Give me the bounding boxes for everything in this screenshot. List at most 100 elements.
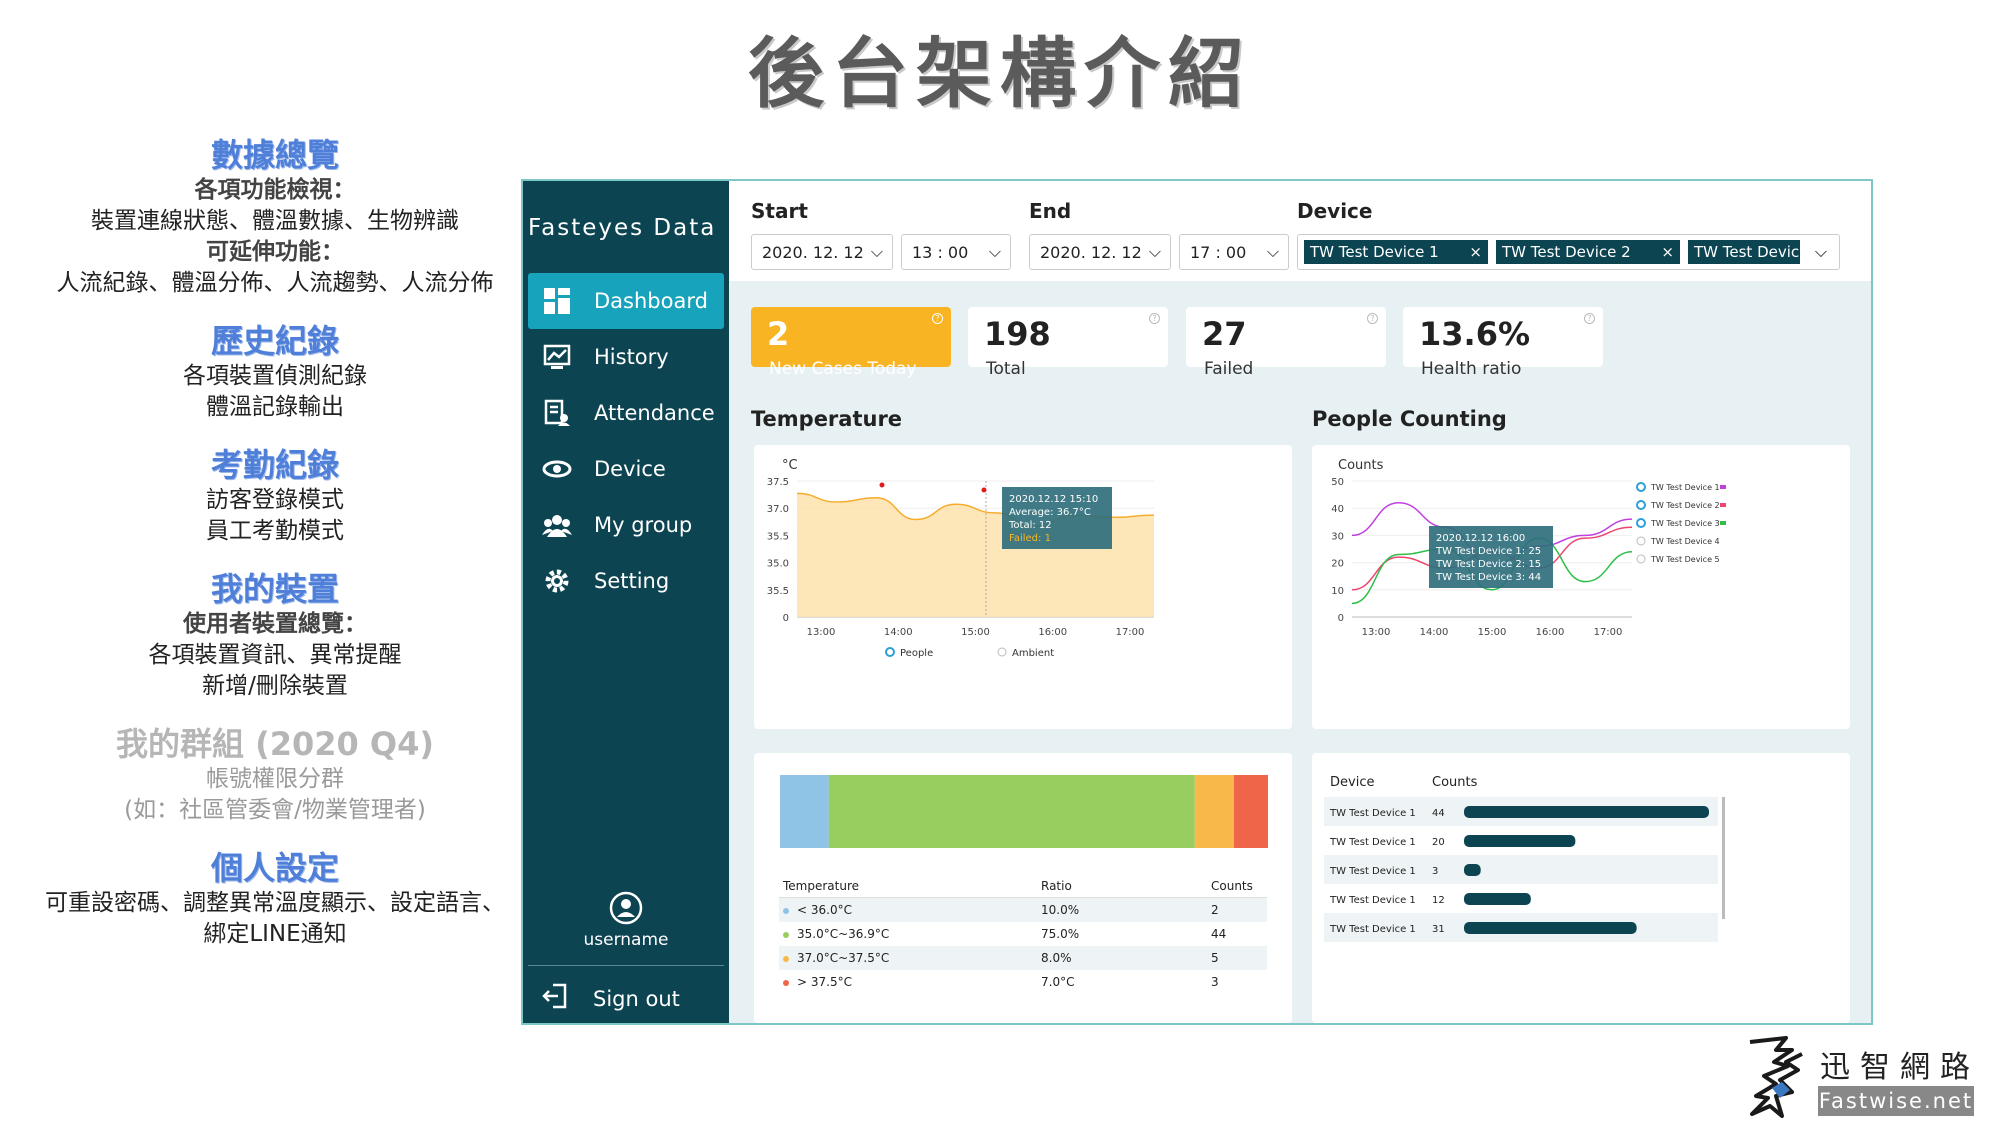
stat-value: 2 (767, 315, 790, 353)
tooltip-line: 2020.12.12 16:00 (1436, 533, 1525, 544)
people-counting-card: Counts 50 40 30 20 10 0 13:00 14:00 15:00 16:00 17:… (1312, 445, 1850, 729)
anomaly-point[interactable] (879, 482, 885, 488)
feature-heading: 數據總覽 (210, 136, 339, 174)
device-counts-chart: Device Counts TW Test Device 1 44 TW Test De… (1324, 775, 1725, 942)
start-date-value: 2020. 12. 12 (762, 242, 864, 262)
table-cell: > 37.5°C (779, 970, 1037, 994)
start-label: Start (751, 199, 808, 223)
end-time-select[interactable]: 17 : 00 ⌵ (1179, 234, 1289, 270)
stat-label: Failed (1204, 359, 1254, 379)
feature-heading: 我的群組 (2020 Q4) (115, 725, 435, 763)
device-tag-label: TW Test Device 2 (1502, 243, 1631, 261)
sidebar-item-dashboard[interactable]: Dashboard (528, 273, 724, 329)
device-name: TW Test Device 1 (1329, 924, 1416, 935)
close-icon[interactable]: × (1469, 240, 1482, 264)
range-text: > 37.5°C (797, 975, 852, 989)
range-text: 35.0°C~36.9°C (797, 927, 890, 941)
legend-swatch (1720, 521, 1726, 525)
device-counts-card: Device Counts TW Test Device 1 44 TW Test De… (1312, 753, 1850, 1023)
help-icon[interactable]: ? (1367, 313, 1378, 324)
start-date-select[interactable]: 2020. 12. 12 ⌵ (751, 234, 893, 270)
end-date-select[interactable]: 2020. 12. 12 ⌵ (1029, 234, 1171, 270)
sidebar-nav: Dashboard History Attendance Device My group… (528, 273, 724, 609)
device-tag[interactable]: TW Test Device 2 × (1496, 240, 1680, 264)
table-cell: 37.0°C~37.5°C (779, 946, 1037, 970)
range-text: 37.0°C~37.5°C (797, 951, 890, 965)
stat-label: Health ratio (1421, 359, 1522, 379)
start-time-select[interactable]: 13 : 00 ⌵ (901, 234, 1011, 270)
distribution-segment[interactable] (1194, 775, 1234, 848)
signout-label: Sign out (593, 986, 680, 1011)
device-count: 12 (1432, 895, 1445, 906)
anomaly-point[interactable] (981, 487, 987, 493)
range-text: < 36.0°C (797, 903, 852, 917)
user-profile[interactable]: username (523, 891, 729, 950)
gear-icon (542, 566, 572, 596)
tooltip-line: TW Test Device 3: 44 (1435, 572, 1541, 583)
history-icon (542, 342, 572, 372)
x-tick-label: 17:00 (1594, 627, 1623, 638)
x-tick-label: 15:00 (1478, 627, 1507, 638)
chevron-down-icon: ⌵ (870, 242, 883, 261)
chevron-down-icon: ⌵ (988, 242, 1001, 261)
sidebar-item-my-group[interactable]: My group (528, 497, 724, 553)
help-icon[interactable]: ? (932, 313, 943, 324)
device-count: 31 (1432, 924, 1445, 935)
end-time-value: 17 : 00 (1190, 242, 1247, 262)
dashboard-app: Fasteyes Data Dashboard History Attendance… (521, 179, 1873, 1025)
device-name: TW Test Device 1 (1329, 895, 1416, 906)
feature-heading: 考勤紀錄 (210, 446, 339, 484)
people-counting-chart: Counts 50 40 30 20 10 0 13:00 14:00 15:00 16:00 17:… (1331, 458, 1726, 638)
close-icon[interactable]: × (1661, 240, 1674, 264)
table-row[interactable]: 37.0°C~37.5°C 8.0% 5 (779, 946, 1267, 970)
temperature-distribution-bar (780, 775, 1268, 848)
table-row[interactable]: 35.0°C~36.9°C 75.0% 44 (779, 922, 1267, 946)
sidebar-item-label: Setting (594, 569, 670, 593)
y-tick-label: 20 (1331, 559, 1344, 570)
table-cell: 10.0% (1041, 903, 1080, 917)
temperature-unit-label: °C (782, 458, 798, 473)
device-tag[interactable]: TW Test Device 3 (1688, 240, 1800, 264)
sidebar-item-history[interactable]: History (528, 329, 724, 385)
signout-button[interactable]: Sign out (541, 981, 680, 1016)
device-count: 20 (1432, 837, 1445, 848)
tooltip-line: 2020.12.12 15:10 (1009, 494, 1098, 505)
sidebar-item-label: Attendance (594, 401, 715, 425)
distribution-segment[interactable] (1233, 775, 1268, 848)
chevron-down-icon[interactable]: ⌵ (1815, 242, 1827, 262)
feature-text: 新增/刪除裝置 (202, 673, 348, 699)
legend-marker[interactable] (1636, 554, 1646, 564)
help-icon[interactable]: ? (1149, 313, 1160, 324)
slide-title: 後台架構介紹 (748, 29, 1252, 118)
table-cell: < 36.0°C (779, 898, 1037, 923)
legend-marker[interactable] (1636, 518, 1646, 528)
legend-marker-ambient[interactable] (997, 647, 1007, 657)
sidebar-item-label: Device (594, 457, 666, 481)
y-axis-label: Counts (1338, 458, 1384, 473)
sidebar-item-attendance[interactable]: Attendance (528, 385, 724, 441)
distribution-segment[interactable] (780, 775, 829, 848)
ninja-logo-icon (1749, 1036, 1803, 1118)
distribution-segment[interactable] (828, 775, 1195, 848)
sidebar-item-label: History (594, 345, 669, 369)
device-tag[interactable]: TW Test Device 1 × (1304, 240, 1488, 264)
tooltip-line: Total: 12 (1008, 520, 1052, 531)
y-tick-label: 0 (1338, 613, 1344, 624)
device-multiselect[interactable]: TW Test Device 1 × TW Test Device 2 × TW T… (1297, 234, 1840, 270)
table-row[interactable]: > 37.5°C 7.0°C 3 (779, 970, 1267, 994)
legend-marker[interactable] (1636, 500, 1646, 510)
feature-text: 體溫記錄輸出 (206, 394, 344, 420)
x-tick-label: 13:00 (807, 627, 836, 638)
scrollbar[interactable] (1722, 797, 1725, 919)
sidebar-item-setting[interactable]: Setting (528, 553, 724, 609)
stat-card: 27 Failed? (1186, 307, 1386, 379)
legend-marker-people[interactable] (885, 647, 895, 657)
attendance-icon (542, 398, 572, 428)
legend-marker[interactable] (1636, 536, 1646, 546)
sidebar-item-device[interactable]: Device (528, 441, 724, 497)
help-icon[interactable]: ? (1584, 313, 1595, 324)
table-row[interactable]: < 36.0°C 10.0% 2 (779, 897, 1267, 923)
y-tick-label: 37.0 (767, 504, 789, 515)
feature-section: 考勤紀錄 訪客登錄模式 員工考勤模式 (40, 445, 510, 547)
legend-marker[interactable] (1636, 482, 1646, 492)
